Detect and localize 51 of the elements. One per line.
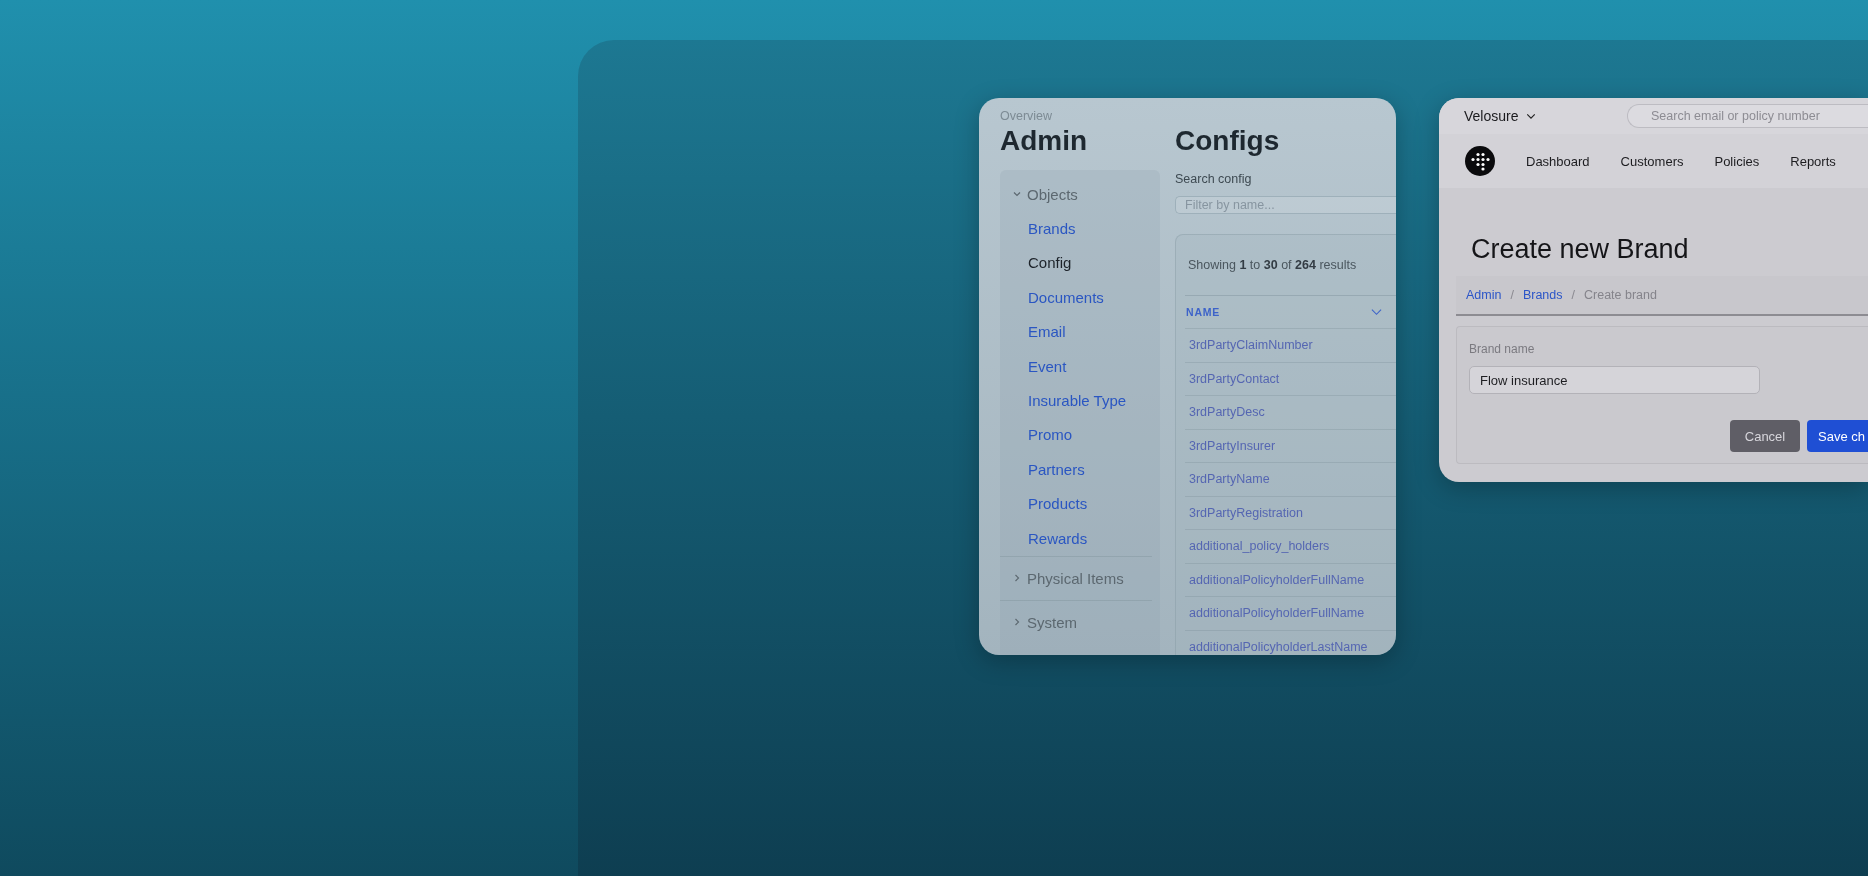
sidebar-group-toggle[interactable]: Physical Items: [1000, 555, 1152, 600]
page-title: Create new Brand: [1470, 233, 1690, 265]
nav-link[interactable]: Dashboard: [1526, 153, 1590, 169]
chevron-icon: [1012, 573, 1022, 584]
config-link[interactable]: additionalPolicyholderFullName: [1189, 572, 1365, 587]
results-summary: Showing 1 to 30 of 264 results: [1188, 258, 1357, 272]
breadcrumb-separator: /: [1571, 288, 1575, 302]
sidebar-item[interactable]: Insurable Type: [1000, 383, 1127, 419]
sidebar-item[interactable]: Promo: [1000, 418, 1073, 453]
search-label: Search config: [1175, 171, 1253, 187]
sidebar-item[interactable]: Config: [1000, 246, 1072, 281]
nav-link[interactable]: Policies: [1714, 153, 1760, 169]
config-link[interactable]: additional_policy_holders: [1189, 539, 1330, 554]
config-link[interactable]: 3rdPartyContact: [1189, 371, 1280, 386]
sidebar-item[interactable]: Event: [1000, 349, 1067, 384]
sidebar-group-toggle[interactable]: Objects: [1000, 176, 1160, 212]
config-link[interactable]: 3rdPartyName: [1189, 472, 1270, 487]
breadcrumb-link[interactable]: Admin: [1466, 288, 1502, 302]
chevron-icon[interactable]: [1371, 308, 1382, 316]
config-link[interactable]: additionalPolicyholderLastName: [1189, 639, 1368, 654]
chevron-icon: [1012, 617, 1022, 628]
sidebar-item[interactable]: Rewards: [1000, 521, 1088, 556]
sidebar-item[interactable]: Documents: [1000, 280, 1104, 316]
config-link[interactable]: 3rdPartyInsurer: [1189, 438, 1276, 453]
breadcrumb-link[interactable]: Brands: [1522, 288, 1563, 302]
sidebar-item[interactable]: Products: [1000, 487, 1088, 522]
column-header[interactable]: NAME: [1186, 306, 1221, 318]
brand-switcher[interactable]: Velosure: [1464, 108, 1537, 124]
sidebar-item[interactable]: Email: [1000, 315, 1066, 350]
breadcrumb-current: Create brand: [1584, 288, 1657, 302]
search-field[interactable]: Search email or policy number: [1627, 104, 1868, 128]
config-link[interactable]: 3rdPartyClaimNumber: [1189, 338, 1313, 353]
sidebar-item[interactable]: Partners: [1000, 452, 1085, 488]
field-label: Brand name: [1469, 341, 1536, 357]
config-link[interactable]: 3rdPartyDesc: [1189, 405, 1265, 420]
sidebar-item[interactable]: Brands: [1000, 212, 1076, 247]
save-button[interactable]: Save ch: [1807, 420, 1868, 452]
cancel-button[interactable]: Cancel: [1730, 420, 1800, 452]
brand-name-field[interactable]: Flow insurance: [1469, 366, 1760, 394]
config-link[interactable]: 3rdPartyRegistration: [1189, 505, 1303, 520]
breadcrumb-separator: /: [1510, 288, 1514, 302]
admin-title: Admin: [1000, 124, 1089, 158]
logo-icon: [1465, 146, 1495, 176]
nav-link[interactable]: Reports: [1790, 153, 1836, 169]
chevron-icon: [1012, 189, 1022, 199]
sidebar-group-toggle[interactable]: System: [1000, 599, 1152, 644]
nav-link[interactable]: Customers: [1620, 153, 1684, 169]
config-link[interactable]: additionalPolicyholderFullName: [1189, 606, 1365, 621]
page-title: Configs: [1175, 124, 1281, 158]
chevron-icon: [1526, 112, 1537, 120]
overview-label: Overview: [1000, 108, 1054, 124]
